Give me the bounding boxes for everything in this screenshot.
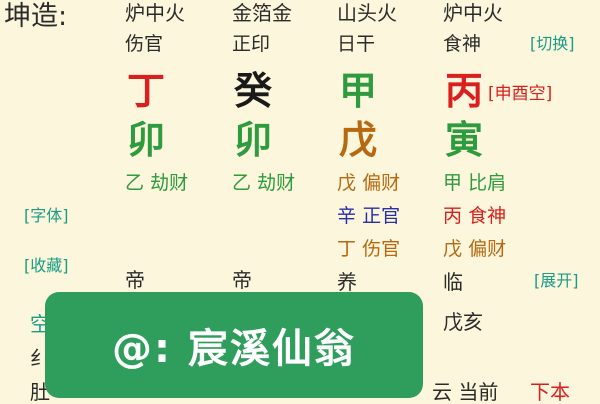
hidden-god: 比肩 — [468, 172, 507, 194]
hidden-stem: 丁 — [337, 238, 357, 260]
pillar-2-ten-god: 正印 — [232, 33, 271, 55]
hidden-stem: 丙 — [443, 205, 463, 227]
hidden-god: 正官 — [362, 205, 401, 227]
pillar-2-earthly-branch: 卯 — [234, 118, 273, 162]
favorite-button[interactable]: [收藏] — [24, 258, 69, 274]
hidden-stem: 辛 — [337, 205, 357, 227]
hidden-god: 伤官 — [362, 238, 401, 260]
pillar-3-life-stage: 养 — [337, 270, 357, 294]
pillar-4-hidden-stem-3: 戊 偏财 — [443, 240, 506, 259]
pillar-3-earthly-branch: 戊 — [339, 118, 378, 162]
chart-title: 坤造: — [4, 1, 68, 32]
hidden-stem: 戊 — [443, 238, 463, 260]
pillar-4-extra-branches: 戊亥 — [443, 310, 483, 334]
watermark-text: @: 宸溪仙翁 — [112, 326, 356, 372]
pillar-3-hidden-stem-3: 丁 伤官 — [337, 240, 400, 259]
expand-button[interactable]: [展开] — [534, 273, 579, 289]
pillar-3-heavenly-stem: 甲 — [339, 69, 378, 113]
hidden-god: 食神 — [468, 205, 507, 227]
hidden-god: 劫财 — [257, 172, 296, 194]
hidden-stem: 乙 — [125, 172, 145, 194]
pillar-4-earthly-branch: 寅 — [445, 118, 484, 162]
font-button[interactable]: [字体] — [24, 208, 69, 224]
switch-button[interactable]: [切换] — [530, 36, 575, 52]
pillar-4-heavenly-stem: 丙 — [445, 69, 484, 113]
pillar-2-hidden-stem-1: 乙 劫财 — [232, 174, 295, 193]
fragment-bottom-right: 云 当前 — [432, 380, 499, 404]
pillar-1-hidden-stem-1: 乙 劫财 — [125, 174, 188, 193]
pillar-4-life-stage: 临 — [443, 270, 463, 294]
fragment-bottom-red: 下本 — [530, 380, 570, 404]
pillar-4-hidden-stem-2: 丙 食神 — [443, 207, 506, 226]
pillar-3-ten-god: 日干 — [337, 33, 376, 55]
hidden-stem: 戊 — [337, 172, 357, 194]
kongwang-label: [申酉空] — [488, 84, 553, 104]
pillar-2-life-stage: 帝 — [232, 268, 252, 292]
hidden-god: 偏财 — [468, 238, 507, 260]
hidden-stem: 甲 — [443, 172, 463, 194]
pillar-1-life-stage: 帝 — [125, 268, 145, 292]
pillar-3-hidden-stem-1: 戊 偏财 — [337, 174, 400, 193]
pillar-1-earthly-branch: 卯 — [127, 118, 166, 162]
pillar-1-ten-god: 伤官 — [125, 33, 164, 55]
hidden-stem: 乙 — [232, 172, 252, 194]
pillar-1-heavenly-stem: 丁 — [127, 69, 166, 113]
pillar-4-hidden-stem-1: 甲 比肩 — [443, 174, 506, 193]
watermark-banner: @: 宸溪仙翁 — [45, 292, 423, 398]
pillar-2-heavenly-stem: 癸 — [234, 69, 273, 113]
pillar-1-nayin: 炉中火 — [125, 1, 185, 25]
pillar-4-nayin: 炉中火 — [443, 1, 503, 25]
pillar-3-hidden-stem-2: 辛 正官 — [337, 207, 400, 226]
pillar-4-ten-god: 食神 — [443, 33, 482, 55]
pillar-2-nayin: 金箔金 — [232, 1, 292, 25]
hidden-god: 劫财 — [150, 172, 189, 194]
pillar-3-nayin: 山头火 — [337, 1, 397, 25]
hidden-god: 偏财 — [362, 172, 401, 194]
